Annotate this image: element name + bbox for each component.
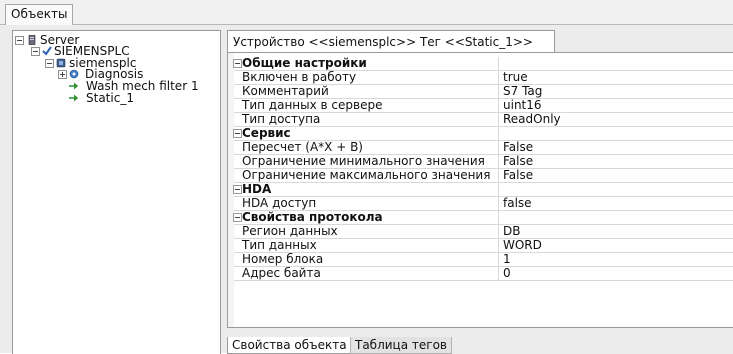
bottom-tabstrip: Свойства объекта Таблица тегов	[227, 327, 733, 354]
property-row[interactable]: Адрес байта 0	[234, 267, 733, 281]
property-value[interactable]: ReadOnly	[500, 113, 733, 126]
property-value[interactable]: 1	[500, 253, 733, 266]
property-name: Тип данных в сервере	[234, 99, 499, 112]
category-service[interactable]: Сервис	[233, 127, 733, 141]
property-row[interactable]: Тип данных в сервере uint16	[234, 99, 733, 113]
property-value[interactable]: DB	[500, 225, 733, 238]
category-label: HDA	[234, 183, 499, 196]
tab-tags-table[interactable]: Таблица тегов	[350, 337, 452, 354]
collapse-icon[interactable]	[15, 36, 24, 45]
property-name: Номер блока	[234, 253, 499, 266]
property-value[interactable]: false	[500, 197, 733, 210]
property-row[interactable]: Пересчет (A*X + B) False	[234, 141, 733, 155]
property-name: Ограничение минимального значения	[234, 155, 499, 168]
property-row[interactable]: Включен в работу true	[234, 71, 733, 85]
property-name: Комментарий	[234, 85, 499, 98]
property-row[interactable]: Номер блока 1	[234, 253, 733, 267]
diagnosis-icon	[69, 69, 79, 79]
property-name: Адрес байта	[234, 267, 499, 280]
tab-object-properties[interactable]: Свойства объекта	[227, 337, 352, 354]
server-icon	[28, 35, 36, 45]
editor-tabstrip: Устройство <<siemensplc>> Тег <<Static_1…	[227, 30, 733, 53]
property-value[interactable]: 0	[500, 267, 733, 280]
collapse-icon[interactable]	[31, 47, 40, 56]
tab-device-tag[interactable]: Устройство <<siemensplc>> Тег <<Static_1…	[227, 30, 555, 53]
tag-arrow-icon	[69, 82, 79, 90]
property-value[interactable]: S7 Tag	[500, 85, 733, 98]
category-label: Общие настройки	[234, 57, 499, 70]
property-name: Регион данных	[234, 225, 499, 238]
property-value[interactable]: False	[500, 169, 733, 182]
object-tree[interactable]: Server SIEMENSPLC siemensplc Diagnosis W…	[12, 30, 221, 354]
property-value[interactable]: False	[500, 155, 733, 168]
property-row[interactable]: Ограничение максимального значения False	[234, 169, 733, 183]
property-row[interactable]: Тип данных WORD	[234, 239, 733, 253]
property-value[interactable]: uint16	[500, 99, 733, 112]
device-icon	[56, 58, 66, 68]
property-name: Тип данных	[234, 239, 499, 252]
category-general[interactable]: Общие настройки	[233, 57, 733, 71]
property-value[interactable]: WORD	[500, 239, 733, 252]
property-row[interactable]: HDA доступ false	[234, 197, 733, 211]
property-row[interactable]: Ограничение минимального значения False	[234, 155, 733, 169]
category-hda[interactable]: HDA	[233, 183, 733, 197]
tab-objects[interactable]: Объекты	[5, 4, 74, 25]
property-name: Ограничение максимального значения	[234, 169, 499, 182]
property-row[interactable]: Тип доступа ReadOnly	[234, 113, 733, 127]
category-protocol[interactable]: Свойства протокола	[233, 211, 733, 225]
category-label: Сервис	[234, 127, 499, 140]
property-name: Пересчет (A*X + B)	[234, 141, 499, 154]
tag-arrow-icon	[69, 94, 79, 102]
expand-icon[interactable]	[58, 70, 67, 79]
collapse-icon[interactable]	[45, 59, 54, 68]
property-row[interactable]: Регион данных DB	[234, 225, 733, 239]
category-label: Свойства протокола	[234, 211, 499, 224]
property-row[interactable]: Комментарий S7 Tag	[234, 85, 733, 99]
checkmark-icon	[42, 46, 52, 56]
top-tab-bar: Объекты	[0, 0, 733, 25]
property-name: Включен в работу	[234, 71, 499, 84]
property-name: Тип доступа	[234, 113, 499, 126]
property-value[interactable]: true	[500, 71, 733, 84]
property-name: HDA доступ	[234, 197, 499, 210]
property-value[interactable]: False	[500, 141, 733, 154]
property-grid[interactable]: Общие настройки Включен в работу true Ко…	[227, 52, 733, 328]
